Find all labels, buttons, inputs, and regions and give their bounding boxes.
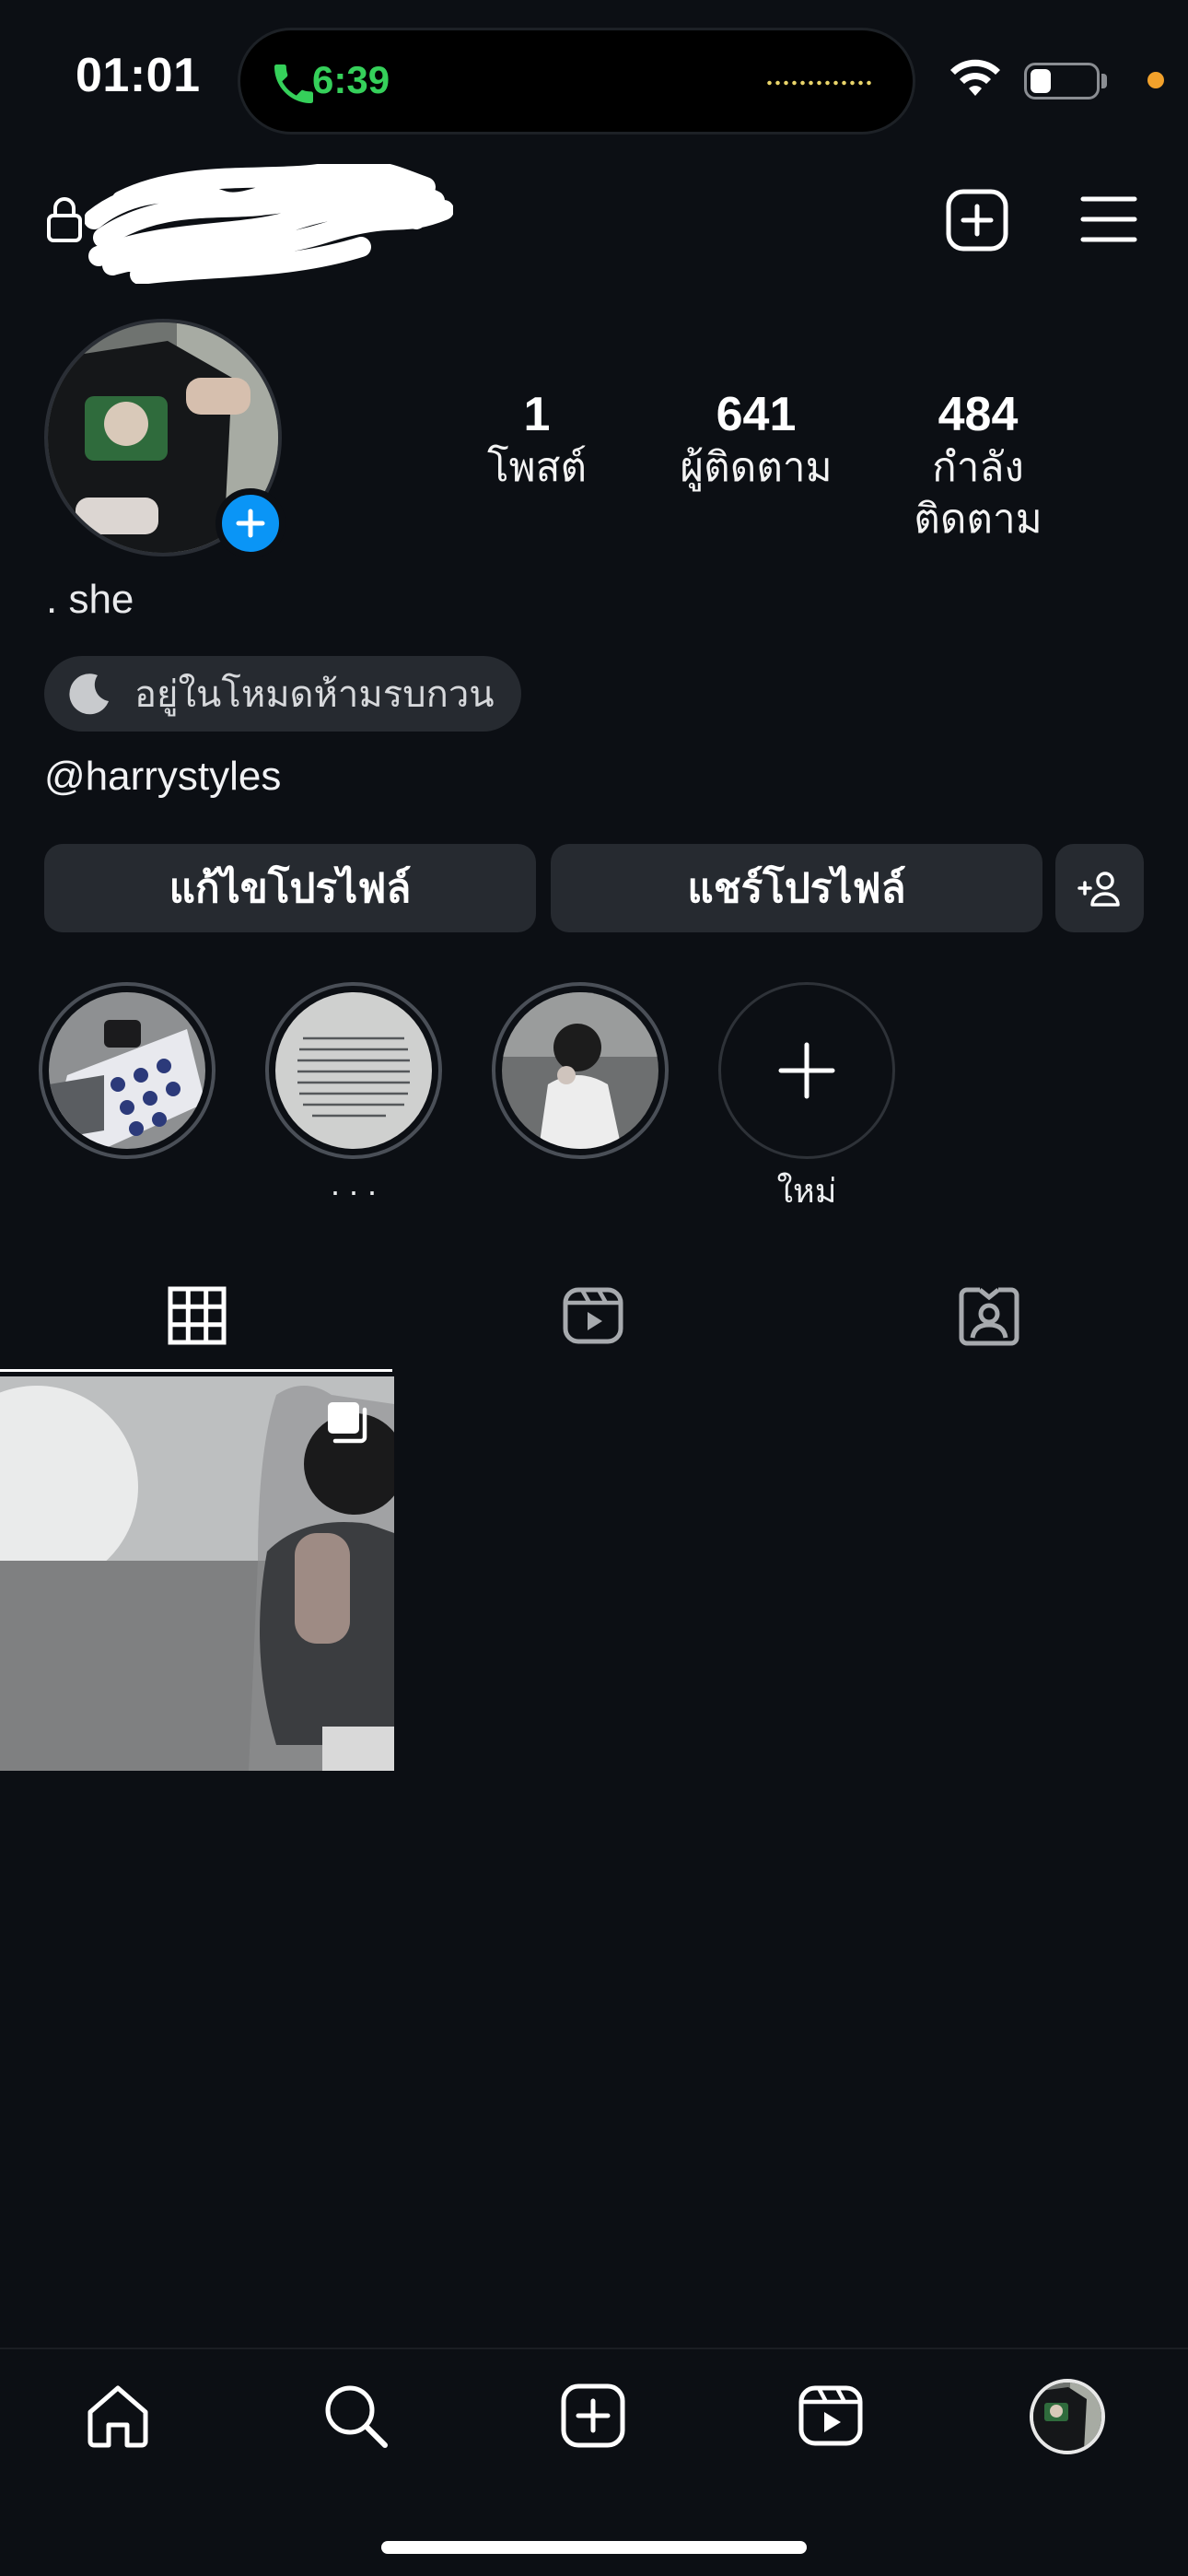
highlight-cover xyxy=(49,992,205,1149)
avatar-photo-small xyxy=(1033,2383,1101,2451)
profile-tab-avatar[interactable] xyxy=(1030,2379,1105,2454)
followers-count-label: ผู้ติดตาม xyxy=(680,445,833,490)
following-count-value: 484 xyxy=(938,388,1019,441)
highlight-cover xyxy=(275,992,432,1149)
posts-count-label: โพสต์ xyxy=(486,445,588,490)
wifi-icon xyxy=(950,59,1000,96)
search-icon[interactable] xyxy=(320,2381,390,2451)
lock-icon xyxy=(47,197,82,242)
create-post-icon[interactable] xyxy=(945,188,1009,252)
story-highlight-3[interactable] xyxy=(492,982,669,1159)
create-icon[interactable] xyxy=(558,2381,628,2451)
followers-count[interactable]: 641 ผู้ติดตาม xyxy=(659,387,853,494)
grid-icon[interactable] xyxy=(166,1284,228,1347)
add-story-button[interactable] xyxy=(215,488,285,558)
story-highlight-1[interactable] xyxy=(39,982,215,1159)
battery-tip xyxy=(1101,74,1107,88)
edit-profile-button[interactable]: แก้ไขโปรไฟล์ xyxy=(44,844,536,932)
highlight-label-2: . . . xyxy=(330,1165,377,1202)
posts-count-value: 1 xyxy=(523,388,551,441)
tagged-icon[interactable] xyxy=(958,1284,1020,1347)
moon-icon xyxy=(69,673,109,715)
audio-waveform xyxy=(765,80,874,86)
dynamic-island-call[interactable]: 6:39 xyxy=(238,28,915,135)
menu-icon[interactable] xyxy=(1079,193,1138,245)
privacy-indicator-dot xyxy=(1147,72,1164,88)
share-profile-button[interactable]: แชร์โปรไฟล์ xyxy=(551,844,1042,932)
username-redaction-scribble xyxy=(85,164,453,284)
plus-icon xyxy=(236,509,265,538)
discover-people-button[interactable] xyxy=(1055,844,1144,932)
status-note-text: อยู่ในโหมดห้ามรบกวน xyxy=(134,674,495,715)
reels-icon[interactable] xyxy=(562,1284,624,1347)
profile-name: . she xyxy=(46,577,134,622)
reels-nav-icon[interactable] xyxy=(796,2381,866,2451)
add-person-icon xyxy=(1077,872,1120,907)
call-duration: 6:39 xyxy=(312,58,390,101)
active-tab-indicator xyxy=(0,1369,392,1372)
highlight-cover xyxy=(502,992,658,1149)
multiple-photos-icon xyxy=(328,1402,367,1444)
followers-count-value: 641 xyxy=(716,388,797,441)
story-highlight-2[interactable] xyxy=(265,982,442,1159)
battery-icon xyxy=(1024,63,1100,100)
home-indicator xyxy=(381,2541,807,2554)
plus-icon xyxy=(778,1042,835,1099)
following-count[interactable]: 484 กำลังติดตาม xyxy=(871,387,1085,545)
posts-count[interactable]: 1 โพสต์ xyxy=(470,387,604,494)
following-count-label: กำลังติดตาม xyxy=(914,445,1042,542)
status-time: 01:01 xyxy=(76,49,201,102)
home-icon[interactable] xyxy=(83,2381,153,2451)
new-highlight-button[interactable] xyxy=(718,982,895,1159)
new-highlight-label: ใหม่ xyxy=(776,1172,837,1210)
bio-mention-link[interactable]: @harrystyles xyxy=(44,754,281,800)
status-note-pill[interactable]: อยู่ในโหมดห้ามรบกวน xyxy=(44,656,521,732)
